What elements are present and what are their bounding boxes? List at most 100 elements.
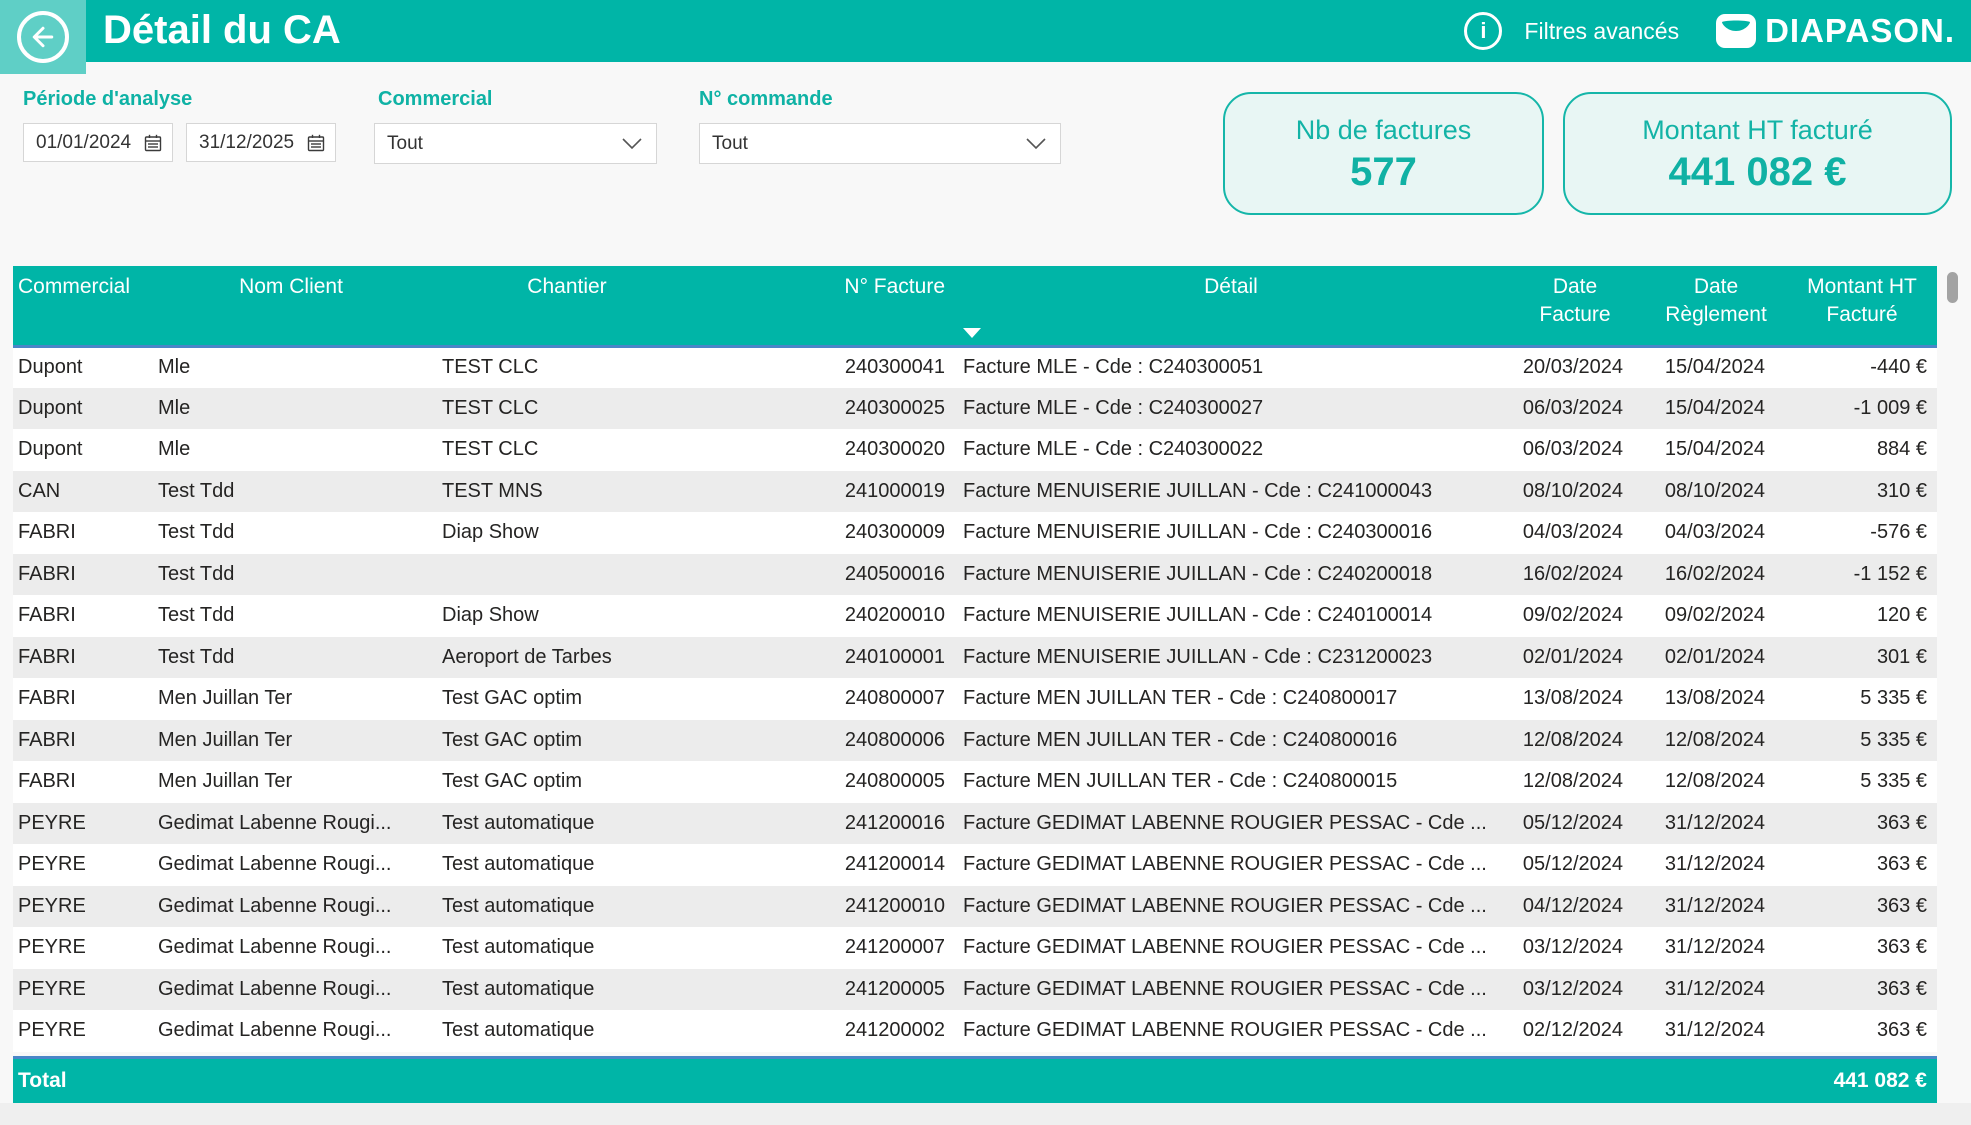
- sort-desc-icon[interactable]: [963, 328, 981, 338]
- cell-n_facture: 240200010: [702, 595, 957, 637]
- table-row[interactable]: CANTest TddTEST MNS241000019Facture MENU…: [13, 471, 1937, 513]
- cell-chantier: Test automatique: [432, 886, 702, 928]
- cell-n_facture: 241200014: [702, 844, 957, 886]
- cell-date_reglement: 04/03/2024: [1645, 512, 1787, 554]
- cell-n_facture: 240300025: [702, 388, 957, 430]
- cell-montant: 884 €: [1787, 429, 1937, 471]
- table-row[interactable]: DupontMleTEST CLC240300041Facture MLE - …: [13, 346, 1937, 388]
- cell-chantier: TEST MNS: [432, 471, 702, 513]
- cell-date_reglement: 15/04/2024: [1645, 388, 1787, 430]
- column-header-nom-client[interactable]: Nom Client: [150, 266, 432, 346]
- table-row[interactable]: PEYREGedimat Labenne Rougi...Test automa…: [13, 803, 1937, 845]
- cell-nom_client: Gedimat Labenne Rougi...: [150, 844, 432, 886]
- cell-chantier: Test automatique: [432, 1010, 702, 1052]
- column-header-detail[interactable]: Détail: [957, 266, 1505, 346]
- column-header-date-facture[interactable]: Date Facture: [1505, 266, 1645, 346]
- table-row[interactable]: PEYREGedimat Labenne Rougi...Test automa…: [13, 886, 1937, 928]
- commercial-dropdown[interactable]: Tout: [374, 123, 657, 164]
- cell-montant: 301 €: [1787, 637, 1937, 679]
- cell-commercial: FABRI: [13, 554, 150, 596]
- table-row[interactable]: DupontMleTEST CLC240300020Facture MLE - …: [13, 429, 1937, 471]
- cell-date_facture: 05/12/2024: [1505, 803, 1645, 845]
- invoice-table: Commercial Nom Client Chantier N° Factur…: [13, 266, 1937, 1052]
- cell-montant: 363 €: [1787, 886, 1937, 928]
- cell-commercial: PEYRE: [13, 886, 150, 928]
- cell-n_facture: 241200010: [702, 886, 957, 928]
- cell-chantier: TEST CLC: [432, 388, 702, 430]
- cell-chantier: Aeroport de Tarbes: [432, 637, 702, 679]
- date-from-input[interactable]: 01/01/2024: [23, 123, 173, 162]
- cell-date_reglement: 31/12/2024: [1645, 927, 1787, 969]
- cell-nom_client: Mle: [150, 388, 432, 430]
- table-row[interactable]: FABRITest TddDiap Show240300009Facture M…: [13, 512, 1937, 554]
- cell-date_reglement: 02/01/2024: [1645, 637, 1787, 679]
- column-header-montant-ht[interactable]: Montant HT Facturé: [1787, 266, 1937, 346]
- cell-n_facture: 241200016: [702, 803, 957, 845]
- table-row[interactable]: FABRIMen Juillan TerTest GAC optim240800…: [13, 678, 1937, 720]
- cell-detail: Facture MEN JUILLAN TER - Cde : C2408000…: [957, 761, 1505, 803]
- date-from-value: 01/01/2024: [36, 132, 131, 154]
- cell-date_reglement: 09/02/2024: [1645, 595, 1787, 637]
- cell-nom_client: Test Tdd: [150, 637, 432, 679]
- cell-detail: Facture MLE - Cde : C240300027: [957, 388, 1505, 430]
- column-header-commercial[interactable]: Commercial: [13, 266, 150, 346]
- kpi-montant-ht-label: Montant HT facturé: [1642, 115, 1873, 146]
- table-header-row: Commercial Nom Client Chantier N° Factur…: [13, 266, 1937, 346]
- cell-date_reglement: 13/08/2024: [1645, 678, 1787, 720]
- table-row[interactable]: PEYREGedimat Labenne Rougi...Test automa…: [13, 1010, 1937, 1052]
- footer-strip: [0, 1103, 1971, 1125]
- cell-date_facture: 02/01/2024: [1505, 637, 1645, 679]
- cell-montant: 363 €: [1787, 969, 1937, 1011]
- table-row[interactable]: FABRIMen Juillan TerTest GAC optim240800…: [13, 761, 1937, 803]
- filters-advanced-label: Filtres avancés: [1524, 18, 1679, 45]
- cell-n_facture: 240300041: [702, 346, 957, 388]
- table-row[interactable]: PEYREGedimat Labenne Rougi...Test automa…: [13, 969, 1937, 1011]
- table-row[interactable]: FABRITest TddDiap Show240200010Facture M…: [13, 595, 1937, 637]
- cell-detail: Facture MENUISERIE JUILLAN - Cde : C2401…: [957, 595, 1505, 637]
- cell-date_facture: 05/12/2024: [1505, 844, 1645, 886]
- back-button[interactable]: [0, 0, 86, 74]
- cell-n_facture: 240100001: [702, 637, 957, 679]
- cell-date_reglement: 31/12/2024: [1645, 969, 1787, 1011]
- cell-date_facture: 08/10/2024: [1505, 471, 1645, 513]
- cell-date_facture: 20/03/2024: [1505, 346, 1645, 388]
- table-row[interactable]: FABRITest TddAeroport de Tarbes240100001…: [13, 637, 1937, 679]
- cell-commercial: FABRI: [13, 595, 150, 637]
- table-row[interactable]: DupontMleTEST CLC240300025Facture MLE - …: [13, 388, 1937, 430]
- cell-montant: 5 335 €: [1787, 761, 1937, 803]
- cell-date_reglement: 16/02/2024: [1645, 554, 1787, 596]
- commande-dropdown[interactable]: Tout: [699, 123, 1061, 164]
- cell-date_facture: 04/03/2024: [1505, 512, 1645, 554]
- date-to-input[interactable]: 31/12/2025: [186, 123, 336, 162]
- table-row[interactable]: FABRIMen Juillan TerTest GAC optim240800…: [13, 720, 1937, 762]
- cell-montant: 120 €: [1787, 595, 1937, 637]
- cell-nom_client: Test Tdd: [150, 554, 432, 596]
- cell-detail: Facture GEDIMAT LABENNE ROUGIER PESSAC -…: [957, 969, 1505, 1011]
- table-row[interactable]: PEYREGedimat Labenne Rougi...Test automa…: [13, 927, 1937, 969]
- column-header-chantier[interactable]: Chantier: [432, 266, 702, 346]
- column-header-date-reglement[interactable]: Date Règlement: [1645, 266, 1787, 346]
- cell-chantier: Test automatique: [432, 969, 702, 1011]
- report-page: Détail du CA i Filtres avancés DIAPASON.…: [0, 0, 1971, 1125]
- cell-date_facture: 16/02/2024: [1505, 554, 1645, 596]
- cell-detail: Facture MENUISERIE JUILLAN - Cde : C2312…: [957, 637, 1505, 679]
- table-row[interactable]: FABRITest Tdd240500016Facture MENUISERIE…: [13, 554, 1937, 596]
- cell-date_reglement: 31/12/2024: [1645, 886, 1787, 928]
- arrow-left-icon: [17, 11, 69, 63]
- kpi-nb-factures: Nb de factures 577: [1223, 92, 1544, 215]
- cell-commercial: Dupont: [13, 429, 150, 471]
- cell-detail: Facture MEN JUILLAN TER - Cde : C2408000…: [957, 678, 1505, 720]
- column-header-n-facture[interactable]: N° Facture: [702, 266, 957, 346]
- cell-n_facture: 240300020: [702, 429, 957, 471]
- cell-date_facture: 12/08/2024: [1505, 761, 1645, 803]
- cell-n_facture: 240800005: [702, 761, 957, 803]
- cell-n_facture: 241200007: [702, 927, 957, 969]
- cell-n_facture: 241200005: [702, 969, 957, 1011]
- vertical-scrollbar[interactable]: [1947, 272, 1958, 303]
- info-icon[interactable]: i: [1464, 12, 1502, 50]
- cell-detail: Facture GEDIMAT LABENNE ROUGIER PESSAC -…: [957, 803, 1505, 845]
- cell-detail: Facture MENUISERIE JUILLAN - Cde : C2403…: [957, 512, 1505, 554]
- cell-date_reglement: 08/10/2024: [1645, 471, 1787, 513]
- table-row[interactable]: PEYREGedimat Labenne Rougi...Test automa…: [13, 844, 1937, 886]
- cell-nom_client: Gedimat Labenne Rougi...: [150, 886, 432, 928]
